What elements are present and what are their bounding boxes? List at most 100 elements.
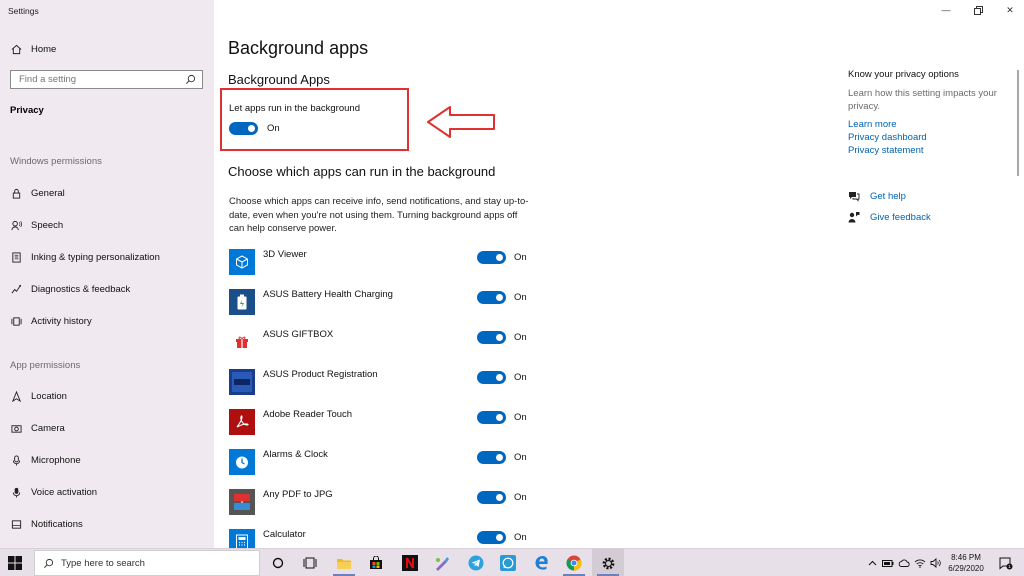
battery-status-icon[interactable] [882, 557, 894, 569]
taskbar-search-input[interactable] [61, 557, 251, 569]
sidebar-item-label: Location [31, 390, 67, 402]
app-toggle[interactable] [477, 451, 506, 464]
windows-permissions-heading: Windows permissions [10, 156, 102, 167]
app-toggle-state: On [514, 532, 527, 543]
app-toggle[interactable] [477, 251, 506, 264]
restore-button[interactable] [971, 4, 985, 16]
onedrive-icon[interactable] [898, 557, 910, 569]
app-toggle[interactable] [477, 531, 506, 544]
get-help-label: Get help [870, 190, 906, 202]
taskbar: 8:46 PM 6/29/2020 1 [0, 548, 1024, 576]
clock-time: 8:46 PM [951, 553, 981, 562]
home-icon [10, 43, 22, 55]
sidebar-item-label: Speech [31, 219, 64, 231]
privacy-dashboard-link[interactable]: Privacy dashboard [848, 132, 927, 143]
camera-icon [10, 422, 22, 434]
master-toggle-state: On [267, 123, 280, 134]
sidebar-item-microphone[interactable]: Microphone [10, 451, 81, 469]
app-toggle[interactable] [477, 331, 506, 344]
wifi-icon[interactable] [914, 557, 926, 569]
battery-icon [229, 289, 255, 315]
app-toggle-state: On [514, 412, 527, 423]
privacy-options-text: Learn how this setting impacts your priv… [848, 88, 997, 112]
app-row: ASUS GIFTBOX On [229, 329, 539, 355]
notification-count: 1 [1008, 564, 1011, 570]
window-title: Settings [8, 6, 39, 16]
activity-history-icon [10, 315, 22, 327]
background-apps-heading: Background Apps [228, 72, 330, 87]
give-feedback-link[interactable]: Give feedback [848, 210, 931, 224]
app-toggle[interactable] [477, 371, 506, 384]
sidebar-item-notifications[interactable]: Notifications [10, 515, 83, 533]
sidebar-item-activity-history[interactable]: Activity history [10, 312, 92, 330]
taskbar-clock[interactable]: 8:46 PM 6/29/2020 [944, 552, 988, 574]
privacy-options-heading: Know your privacy options [848, 69, 959, 80]
sidebar-item-inking-typing[interactable]: Inking & typing personalization [10, 248, 160, 266]
volume-icon[interactable] [930, 557, 942, 569]
task-view-icon[interactable] [300, 553, 320, 573]
file-explorer-icon[interactable] [334, 553, 354, 573]
sidebar-item-label: Home [31, 43, 57, 55]
app-toggle-state: On [514, 332, 527, 343]
notifications-icon [10, 518, 22, 530]
pdf-to-jpg-icon [229, 489, 255, 515]
asus-registration-icon [229, 369, 255, 395]
get-help-link[interactable]: Get help [848, 189, 906, 203]
app-toggle[interactable] [477, 291, 506, 304]
restore-icon [973, 5, 983, 15]
sidebar-item-label: General [31, 187, 65, 199]
close-button[interactable]: ✕ [1003, 4, 1017, 16]
app-row: 3D Viewer On [229, 249, 539, 275]
master-background-toggle[interactable] [229, 122, 258, 135]
sidebar-item-location[interactable]: Location [10, 387, 67, 405]
privacy-statement-link[interactable]: Privacy statement [848, 145, 924, 156]
app-toggle-state: On [514, 292, 527, 303]
app-name: Calculator [263, 529, 306, 540]
clock-date: 6/29/2020 [948, 564, 984, 573]
sidebar-item-camera[interactable]: Camera [10, 419, 65, 437]
chrome-icon[interactable] [564, 553, 584, 573]
learn-more-link[interactable]: Learn more [848, 119, 897, 130]
minimize-button[interactable]: — [939, 4, 953, 16]
settings-gear-icon[interactable] [598, 553, 618, 573]
sidebar-item-general[interactable]: General [10, 184, 65, 202]
scrollbar[interactable] [1017, 70, 1019, 176]
app-toggle-state: On [514, 372, 527, 383]
windows-start-icon[interactable] [8, 556, 22, 570]
whatsapp-icon[interactable] [498, 553, 518, 573]
sidebar-item-home[interactable]: Home [10, 40, 56, 58]
store-icon[interactable] [366, 553, 386, 573]
taskbar-search-box[interactable] [34, 550, 260, 576]
find-setting-box[interactable] [10, 70, 203, 89]
cortana-icon[interactable] [268, 553, 288, 573]
feedback-icon [848, 212, 860, 223]
app-toggle-state: On [514, 492, 527, 503]
app-row: Alarms & Clock On [229, 449, 539, 475]
calculator-icon [229, 529, 255, 548]
app-toggle[interactable] [477, 411, 506, 424]
sidebar-item-speech[interactable]: Speech [10, 216, 63, 234]
action-center-icon: 1 [999, 557, 1013, 570]
chevron-up-icon[interactable] [866, 557, 878, 569]
netflix-icon[interactable] [400, 553, 420, 573]
telegram-icon[interactable] [466, 553, 486, 573]
give-feedback-label: Give feedback [870, 211, 931, 223]
sidebar-item-diagnostics[interactable]: Diagnostics & feedback [10, 280, 130, 298]
app-toggle[interactable] [477, 491, 506, 504]
sidebar-item-label: Voice activation [31, 486, 98, 498]
3d-viewer-icon [229, 249, 255, 275]
page-title: Background apps [228, 38, 369, 58]
alarm-clock-icon [229, 449, 255, 475]
privacy-heading: Privacy [10, 105, 44, 116]
notebook-icon [10, 251, 22, 263]
edge-icon[interactable] [532, 553, 552, 573]
gift-icon [229, 329, 255, 355]
sidebar-item-label: Diagnostics & feedback [31, 283, 131, 295]
sidebar-item-voice-activation[interactable]: Voice activation [10, 483, 97, 501]
app-name: Any PDF to JPG [263, 489, 333, 500]
action-center-button[interactable]: 1 [998, 556, 1014, 570]
sidebar-item-label: Notifications [31, 518, 83, 530]
paint-icon[interactable] [432, 553, 452, 573]
find-setting-input[interactable] [19, 74, 179, 85]
app-name: 3D Viewer [263, 249, 307, 260]
